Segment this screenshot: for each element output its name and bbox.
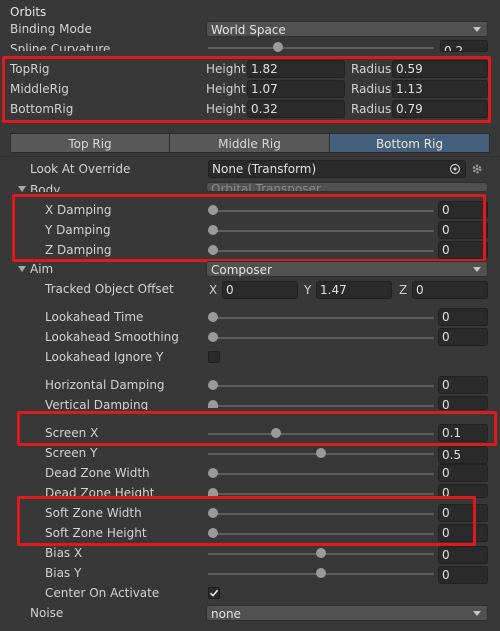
highlight-box-soft-zone (17, 496, 476, 546)
lookahead-time-slider-knob[interactable] (208, 312, 218, 322)
dead-zone-width-slider-track[interactable] (208, 473, 434, 475)
bias-x-label: Bias X (45, 546, 83, 560)
aim-dropdown[interactable]: Composer (206, 261, 488, 277)
highlight-box-body-damping (12, 194, 486, 262)
tab-bottom-rig[interactable]: Bottom Rig (329, 133, 490, 153)
body-dropdown-value: Orbital Transposer (211, 182, 321, 192)
dead-zone-height-slider-knob[interactable] (208, 488, 218, 496)
spline-curvature-label: Spline Curvature (10, 42, 111, 51)
tab-middle-rig[interactable]: Middle Rig (169, 133, 330, 153)
bias-x-slider-knob[interactable] (316, 548, 326, 558)
offset-z-label: Z (399, 283, 408, 297)
gear-icon[interactable] (471, 163, 483, 175)
lookahead-time-label: Lookahead Time (45, 310, 144, 324)
lookahead-smoothing-slider-knob[interactable] (208, 332, 218, 342)
dead-zone-width-label: Dead Zone Width (45, 466, 150, 480)
spline-curvature-field[interactable]: 0.2 (440, 40, 488, 52)
tab-top-rig[interactable]: Top Rig (10, 133, 170, 153)
chevron-down-icon (473, 267, 481, 272)
offset-x-label: X (209, 283, 218, 297)
offset-y-label: Y (304, 283, 312, 297)
noise-dropdown[interactable]: none (206, 605, 488, 621)
lookahead-smoothing-label: Lookahead Smoothing (45, 330, 179, 344)
checkmark-icon (209, 589, 219, 597)
binding-mode-dropdown[interactable]: World Space (206, 21, 488, 37)
spline-curvature-slider-knob[interactable] (272, 42, 283, 52)
screen-y-field[interactable]: 0.5 (438, 446, 488, 464)
highlight-box-rigs (2, 56, 491, 123)
noise-label: Noise (30, 606, 64, 620)
aim-dropdown-value: Composer (211, 263, 272, 277)
aim-foldout-arrow-icon[interactable] (18, 266, 26, 272)
screen-y-label: Screen Y (45, 446, 98, 460)
body-label: Body (30, 183, 61, 192)
horizontal-damping-slider-knob[interactable] (208, 380, 218, 390)
screen-y-slider-knob[interactable] (316, 448, 326, 458)
vertical-damping-label: Vertical Damping (45, 398, 149, 410)
binding-mode-label: Binding Mode (10, 22, 92, 36)
bias-y-label: Bias Y (45, 566, 82, 580)
divider (0, 156, 500, 157)
vertical-damping-field[interactable]: 0 (438, 396, 488, 410)
dead-zone-height-slider-track[interactable] (208, 493, 434, 495)
dead-zone-width-field[interactable]: 0 (438, 464, 488, 482)
lookahead-ignore-y-checkbox[interactable] (208, 351, 220, 363)
tracked-object-offset-label: Tracked Object Offset (45, 282, 174, 296)
body-foldout-arrow-icon[interactable] (18, 186, 26, 192)
dead-zone-width-slider-knob[interactable] (208, 468, 218, 478)
lookahead-time-slider-track[interactable] (208, 317, 434, 319)
center-on-activate-checkbox[interactable] (208, 587, 220, 599)
spline-curvature-slider-track[interactable] (208, 47, 434, 49)
look-at-override-field[interactable]: None (Transform) (208, 160, 466, 178)
lookahead-smoothing-slider-track[interactable] (208, 337, 434, 339)
chevron-down-icon (473, 27, 481, 32)
offset-x-field[interactable]: 0 (222, 281, 298, 299)
chevron-down-icon (473, 611, 481, 616)
lookahead-time-field[interactable]: 0 (438, 308, 488, 326)
center-on-activate-label: Center On Activate (45, 586, 160, 600)
lookahead-smoothing-field[interactable]: 0 (438, 328, 488, 346)
bias-x-field[interactable]: 0 (438, 546, 488, 564)
lookahead-ignore-y-label: Lookahead Ignore Y (45, 350, 164, 364)
binding-mode-value: World Space (211, 23, 286, 37)
horizontal-damping-slider-track[interactable] (208, 385, 434, 387)
bias-y-field[interactable]: 0 (438, 566, 488, 584)
horizontal-damping-field[interactable]: 0 (438, 376, 488, 394)
bias-y-slider-knob[interactable] (316, 568, 326, 578)
look-at-override-label: Look At Override (30, 162, 131, 176)
offset-y-field[interactable]: 1.47 (316, 281, 392, 299)
highlight-box-screen-x (17, 411, 497, 446)
noise-dropdown-value: none (211, 607, 241, 621)
horizontal-damping-label: Horizontal Damping (45, 378, 165, 392)
aim-label: Aim (30, 262, 54, 276)
vertical-damping-slider-knob[interactable] (208, 400, 218, 408)
object-picker-icon[interactable] (449, 163, 461, 175)
body-dropdown[interactable]: Orbital Transposer (206, 182, 488, 192)
vertical-damping-slider-track[interactable] (208, 405, 434, 407)
offset-z-field[interactable]: 0 (412, 281, 488, 299)
